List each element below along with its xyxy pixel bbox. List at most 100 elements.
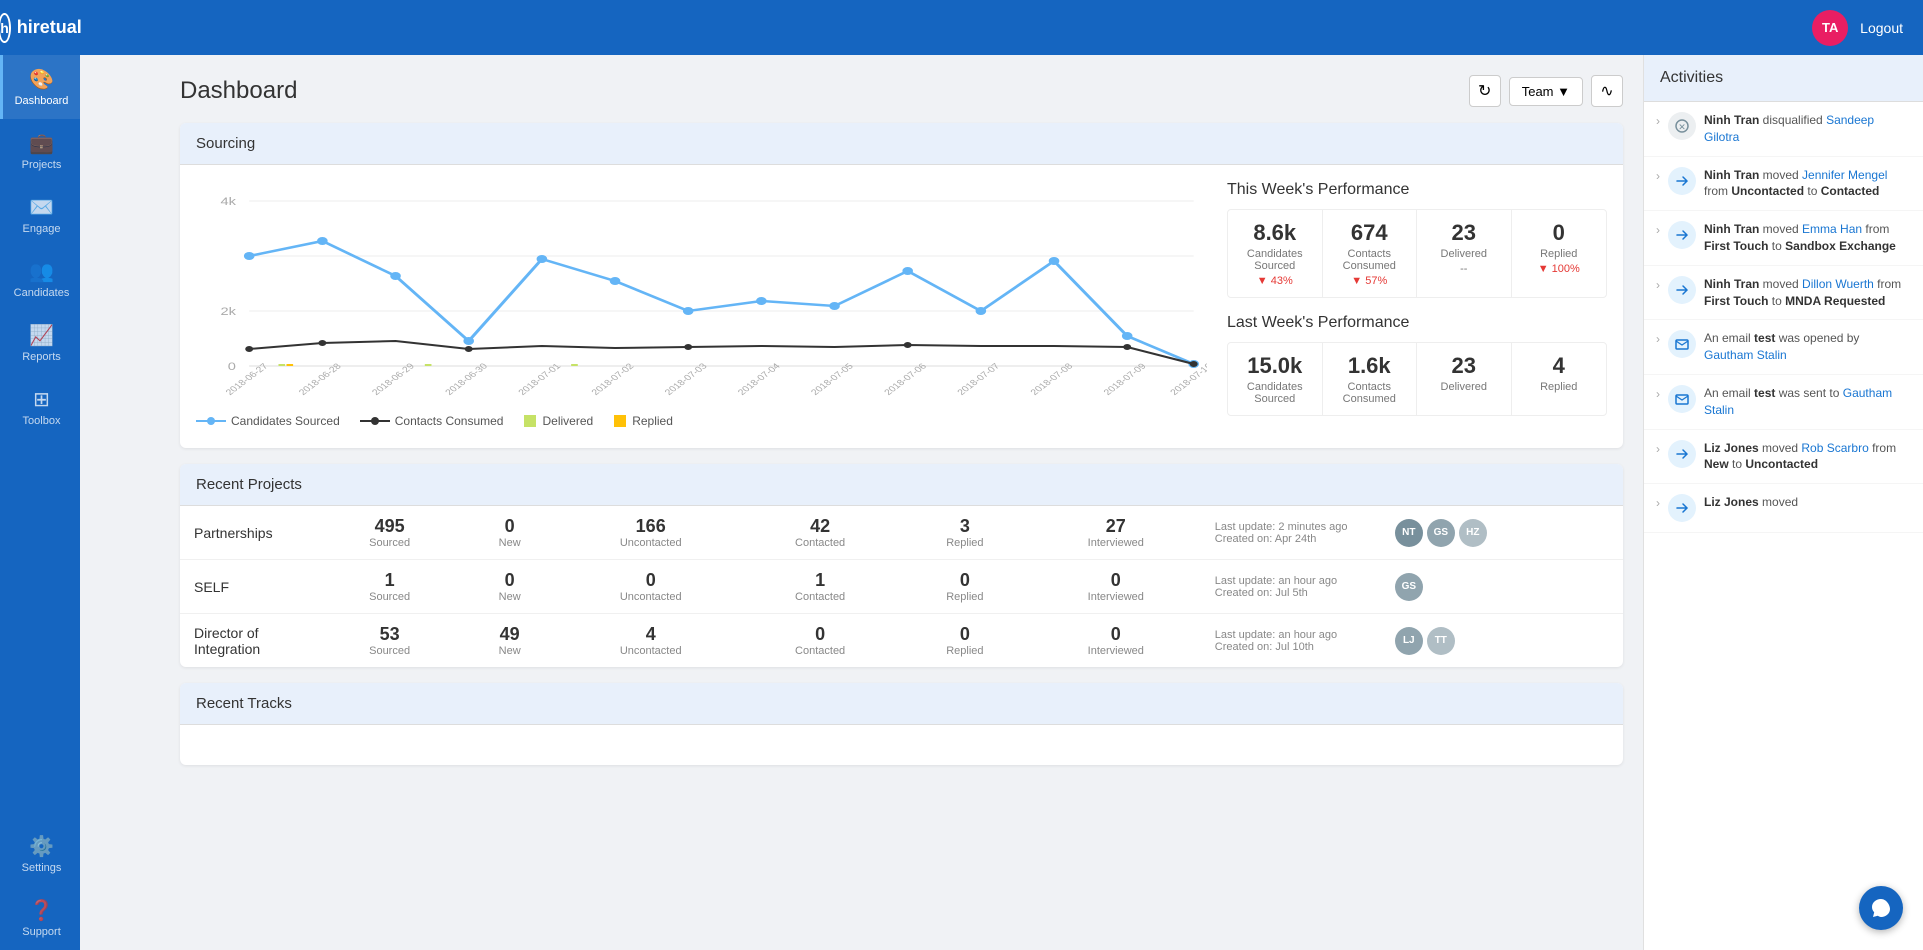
move-icon	[1668, 221, 1696, 249]
avatar-NT: NT	[1395, 519, 1423, 547]
svg-text:4k: 4k	[220, 195, 236, 208]
refresh-button[interactable]: ↻	[1469, 75, 1501, 107]
activity-item[interactable]: › Ninh Tran moved Jennifer Mengel from U…	[1644, 157, 1923, 212]
avatar-GS: GS	[1427, 519, 1455, 547]
interviewed-count: 0	[1045, 570, 1187, 591]
last-week-section: Last Week's Performance 15.0k Candidates…	[1227, 314, 1607, 416]
sidebar-item-label: Support	[22, 926, 61, 938]
logout-button[interactable]: Logout	[1860, 20, 1903, 36]
sourcing-body: 4k 2k 0	[180, 165, 1623, 448]
user-avatar[interactable]: TA	[1812, 10, 1848, 46]
lw-replied-label: Replied	[1522, 381, 1597, 393]
activity-link[interactable]: Rob Scarbro	[1801, 441, 1868, 455]
interviewed-count: 0	[1045, 624, 1187, 645]
sidebar-item-settings[interactable]: ⚙️ Settings	[0, 822, 80, 886]
sidebar-item-label: Settings	[22, 862, 62, 874]
sidebar-item-dashboard[interactable]: 🎨 Dashboard	[0, 55, 80, 119]
sidebar-item-reports[interactable]: 📈 Reports	[0, 311, 80, 375]
engage-icon: ✉️	[29, 195, 54, 220]
delivered-cell: 23 Delivered --	[1417, 210, 1512, 297]
chevron-right-icon: ›	[1656, 496, 1660, 510]
lw-candidates-label: Candidates Sourced	[1238, 381, 1312, 405]
candidates-sourced-change: ▼ 43%	[1238, 275, 1312, 287]
recent-tracks-header: Recent Tracks	[180, 683, 1623, 725]
svg-text:0: 0	[228, 360, 236, 373]
projects-table: Partnerships 495Sourced 0New 166Uncontac…	[180, 506, 1623, 667]
activity-item[interactable]: › Liz Jones moved	[1644, 484, 1923, 533]
lw-candidates-cell: 15.0k Candidates Sourced	[1228, 343, 1323, 415]
replied-label: Replied	[1522, 248, 1597, 260]
activity-item[interactable]: › Liz Jones moved Rob Scarbro from New t…	[1644, 430, 1923, 485]
svg-text:✕: ✕	[1678, 122, 1686, 132]
team-dropdown[interactable]: Team ▼	[1509, 77, 1583, 106]
activity-link[interactable]: Dillon Wuerth	[1802, 277, 1874, 291]
last-week-title: Last Week's Performance	[1227, 314, 1607, 332]
chat-button[interactable]	[1859, 886, 1903, 930]
topbar: h hiretual TA Logout	[0, 0, 1923, 55]
activity-link[interactable]: Gautham Stalin	[1704, 348, 1787, 362]
disqualify-icon: ✕	[1668, 112, 1696, 140]
projects-icon: 💼	[29, 131, 54, 156]
avatar-TT: TT	[1427, 627, 1455, 655]
logo-icon: h	[0, 13, 11, 43]
move-icon	[1668, 494, 1696, 522]
project-name[interactable]: Director of Integration	[194, 625, 260, 657]
new-count: 0	[473, 516, 546, 537]
sourcing-card: Sourcing 4k 2k 0	[180, 123, 1623, 448]
legend-delivered-label: Delivered	[542, 414, 593, 428]
legend-replied: Replied	[613, 414, 673, 428]
lw-contacts-value: 1.6k	[1333, 353, 1407, 379]
new-count: 0	[473, 570, 546, 591]
activity-text: An email test was sent to Gautham Stalin	[1704, 385, 1911, 419]
chevron-right-icon: ›	[1656, 387, 1660, 401]
sidebar-item-candidates[interactable]: 👥 Candidates	[0, 247, 80, 311]
sidebar-item-label: Reports	[22, 351, 61, 363]
activity-item[interactable]: › Ninh Tran moved Emma Han from First To…	[1644, 211, 1923, 266]
svg-text:2k: 2k	[220, 305, 236, 318]
activity-link[interactable]: Gautham Stalin	[1704, 386, 1892, 417]
delivered-change: --	[1427, 263, 1501, 275]
sidebar-item-support[interactable]: ❓ Support	[0, 886, 80, 950]
legend-contacts: Contacts Consumed	[360, 414, 504, 428]
candidates-sourced-label: Candidates Sourced	[1238, 248, 1312, 272]
logo-area: h hiretual	[0, 13, 80, 43]
replied-count: 0	[913, 624, 1017, 645]
team-avatars: GS	[1395, 573, 1609, 601]
chart-icon: ∿	[1600, 81, 1613, 101]
lw-delivered-cell: 23 Delivered	[1417, 343, 1512, 415]
sidebar-item-projects[interactable]: 💼 Projects	[0, 119, 80, 183]
this-week-section: This Week's Performance 8.6k Candidates …	[1227, 181, 1607, 298]
activity-item[interactable]: › An email test was sent to Gautham Stal…	[1644, 375, 1923, 430]
chart-toggle-button[interactable]: ∿	[1591, 75, 1623, 107]
sourced-count: 495	[334, 516, 445, 537]
settings-icon: ⚙️	[29, 834, 54, 859]
uncontacted-count: 4	[574, 624, 727, 645]
activity-link[interactable]: Emma Han	[1802, 222, 1862, 236]
table-row: SELF 1Sourced 0New 0Uncontacted 1Contact…	[180, 560, 1623, 614]
dashboard-controls: ↻ Team ▼ ∿	[1469, 75, 1623, 107]
activity-item[interactable]: › ✕ Ninh Tran disqualified Sandeep Gilot…	[1644, 102, 1923, 157]
project-name[interactable]: Partnerships	[194, 525, 273, 541]
reports-icon: 📈	[29, 323, 54, 348]
sidebar-item-label: Engage	[23, 223, 61, 235]
avatar-HZ: HZ	[1459, 519, 1487, 547]
replied-change: ▼ 100%	[1522, 263, 1597, 275]
delivered-label: Delivered	[1427, 248, 1501, 260]
dashboard-icon: 🎨	[29, 67, 54, 92]
sidebar-item-label: Toolbox	[23, 415, 61, 427]
refresh-icon: ↻	[1478, 81, 1491, 101]
lw-replied-cell: 4 Replied	[1512, 343, 1607, 415]
sourcing-header: Sourcing	[180, 123, 1623, 165]
legend-contacts-label: Contacts Consumed	[395, 414, 504, 428]
contacts-consumed-value: 674	[1333, 220, 1407, 246]
activity-item[interactable]: › Ninh Tran moved Dillon Wuerth from Fir…	[1644, 266, 1923, 321]
activity-item[interactable]: › An email test was opened by Gautham St…	[1644, 320, 1923, 375]
project-name[interactable]: SELF	[194, 579, 229, 595]
sidebar-item-engage[interactable]: ✉️ Engage	[0, 183, 80, 247]
activity-link[interactable]: Jennifer Mengel	[1802, 168, 1887, 182]
table-row: Partnerships 495Sourced 0New 166Uncontac…	[180, 506, 1623, 560]
projects-header: Recent Projects	[180, 464, 1623, 506]
replied-count: 3	[913, 516, 1017, 537]
sidebar-item-toolbox[interactable]: ⊞ Toolbox	[0, 375, 80, 439]
email-icon	[1668, 330, 1696, 358]
